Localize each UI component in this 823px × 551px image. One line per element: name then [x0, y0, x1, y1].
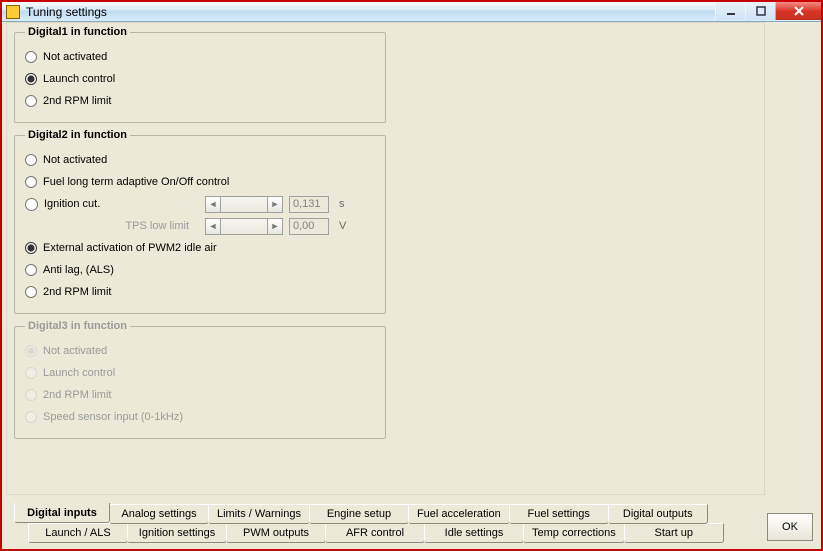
- group-digital3-legend: Digital3 in function: [25, 320, 130, 332]
- tps-low-limit-label: TPS low limit: [125, 220, 197, 232]
- minimize-button[interactable]: [715, 2, 745, 20]
- group-digital1-legend: Digital1 in function: [25, 26, 130, 38]
- group-digital2: Digital2 in function Not activated Fuel …: [14, 129, 386, 314]
- ignition-cut-unit: s: [339, 198, 345, 210]
- d3-speed-sensor-radio: [25, 411, 37, 423]
- d2-ext-pwm2-radio[interactable]: [25, 242, 37, 254]
- tps-value: [289, 218, 329, 235]
- d2-not-activated-label: Not activated: [43, 154, 107, 166]
- window-title: Tuning settings: [26, 5, 107, 19]
- group-digital1: Digital1 in function Not activated Launc…: [14, 26, 386, 123]
- tps-dec[interactable]: ◄: [205, 218, 221, 235]
- d3-not-activated-label: Not activated: [43, 345, 107, 357]
- ignition-cut-value: [289, 196, 329, 213]
- tab-afr-control[interactable]: AFR control: [325, 523, 425, 543]
- window-buttons: [715, 2, 821, 20]
- tab-idle-settings[interactable]: Idle settings: [424, 523, 524, 543]
- tab-ignition-settings[interactable]: Ignition settings: [127, 523, 227, 543]
- d1-2nd-rpm-label: 2nd RPM limit: [43, 95, 111, 107]
- d2-ignition-cut-radio[interactable]: [25, 198, 38, 211]
- group-digital3: Digital3 in function Not activated Launc…: [14, 320, 386, 439]
- d1-launch-control-radio[interactable]: [25, 73, 37, 85]
- d2-2nd-rpm-label: 2nd RPM limit: [43, 286, 111, 298]
- d3-2nd-rpm-radio: [25, 389, 37, 401]
- tab-fuel-settings[interactable]: Fuel settings: [509, 504, 609, 524]
- d2-antilag-radio[interactable]: [25, 264, 37, 276]
- ok-button[interactable]: OK: [767, 513, 813, 541]
- d1-launch-control-label: Launch control: [43, 73, 115, 85]
- d3-speed-sensor-label: Speed sensor input (0-1kHz): [43, 411, 183, 423]
- d2-not-activated-radio[interactable]: [25, 154, 37, 166]
- d1-2nd-rpm-radio[interactable]: [25, 95, 37, 107]
- minimize-icon: [726, 6, 736, 16]
- tab-digital-inputs[interactable]: Digital inputs: [14, 503, 110, 523]
- maximize-icon: [756, 6, 766, 16]
- ignition-cut-spinner[interactable]: ◄ ►: [205, 196, 283, 213]
- tab-temp-corrections[interactable]: Temp corrections: [523, 523, 625, 543]
- client-area: Digital1 in function Not activated Launc…: [2, 22, 821, 549]
- tab-fuel-acceleration[interactable]: Fuel acceleration: [408, 504, 510, 524]
- tabs: Digital inputs Analog settings Limits / …: [14, 504, 761, 543]
- close-button[interactable]: [775, 2, 821, 20]
- d2-ignition-cut-label: Ignition cut.: [44, 198, 100, 210]
- d2-2nd-rpm-radio[interactable]: [25, 286, 37, 298]
- d3-launch-control-radio: [25, 367, 37, 379]
- tab-row-2: Launch / ALS Ignition settings PWM outpu…: [28, 523, 761, 543]
- tab-row-1: Digital inputs Analog settings Limits / …: [14, 504, 761, 524]
- d2-fuel-adaptive-label: Fuel long term adaptive On/Off control: [43, 176, 229, 188]
- tab-pwm-outputs[interactable]: PWM outputs: [226, 523, 326, 543]
- content: Digital1 in function Not activated Launc…: [14, 26, 809, 487]
- d3-not-activated-radio: [25, 345, 37, 357]
- tps-inc[interactable]: ►: [267, 218, 283, 235]
- tps-unit: V: [339, 220, 346, 232]
- d2-fuel-adaptive-radio[interactable]: [25, 176, 37, 188]
- d3-launch-control-label: Launch control: [43, 367, 115, 379]
- ignition-cut-inc[interactable]: ►: [267, 196, 283, 213]
- tab-engine-setup[interactable]: Engine setup: [309, 504, 409, 524]
- d2-antilag-label: Anti lag, (ALS): [43, 264, 114, 276]
- tps-track[interactable]: [221, 218, 267, 235]
- maximize-button[interactable]: [745, 2, 775, 20]
- tab-analog-settings[interactable]: Analog settings: [109, 504, 209, 524]
- d3-2nd-rpm-label: 2nd RPM limit: [43, 389, 111, 401]
- d1-not-activated-radio[interactable]: [25, 51, 37, 63]
- app-icon: [6, 5, 20, 19]
- tab-limits-warnings[interactable]: Limits / Warnings: [208, 504, 310, 524]
- group-digital2-legend: Digital2 in function: [25, 129, 130, 141]
- ignition-cut-dec[interactable]: ◄: [205, 196, 221, 213]
- titlebar: Tuning settings: [2, 2, 821, 22]
- tab-launch-als[interactable]: Launch / ALS: [28, 523, 128, 543]
- tab-digital-outputs[interactable]: Digital outputs: [608, 504, 708, 524]
- d1-not-activated-label: Not activated: [43, 51, 107, 63]
- ignition-cut-track[interactable]: [221, 196, 267, 213]
- d2-ext-pwm2-label: External activation of PWM2 idle air: [43, 242, 217, 254]
- close-icon: [793, 5, 805, 17]
- tab-start-up[interactable]: Start up: [624, 523, 724, 543]
- tps-low-limit-spinner[interactable]: ◄ ►: [205, 218, 283, 235]
